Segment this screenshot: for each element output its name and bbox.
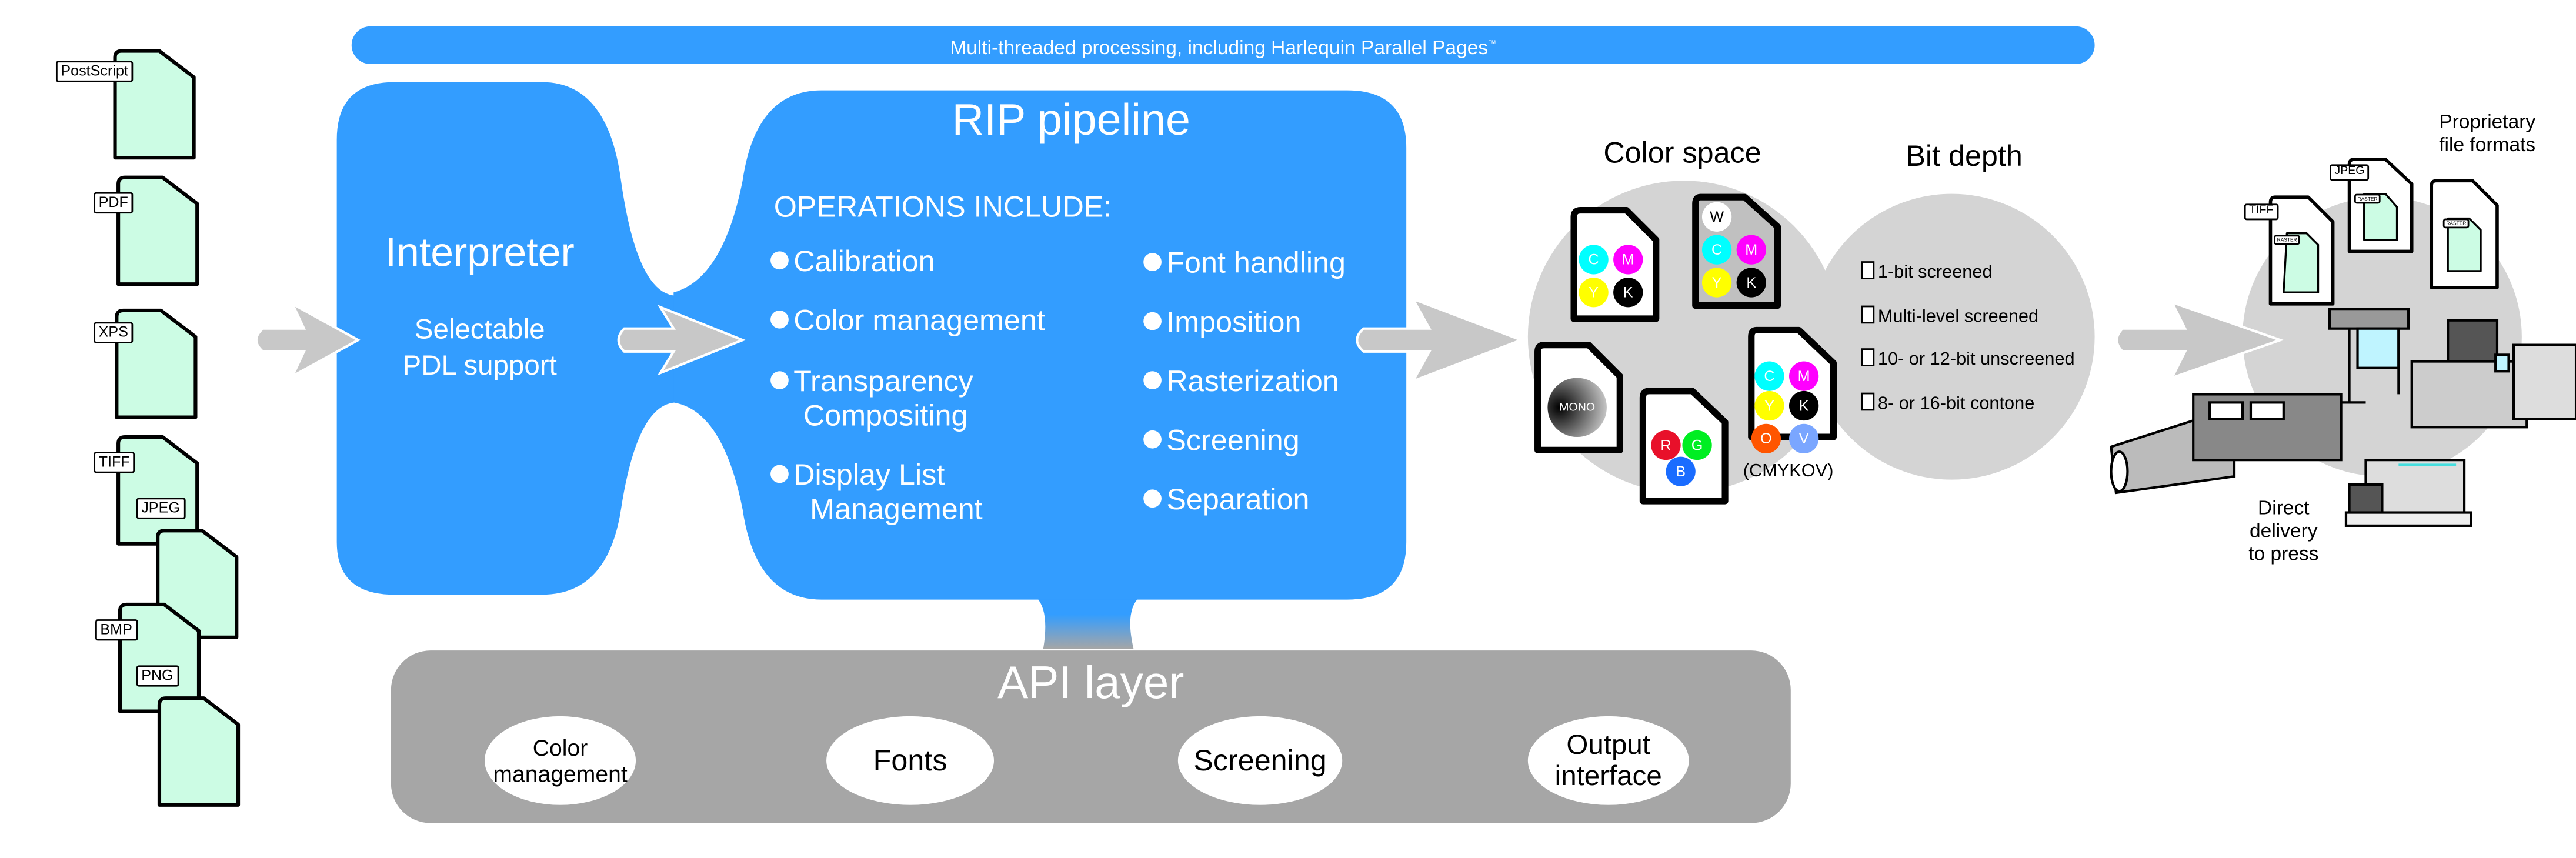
module-line1: Fonts <box>873 743 947 776</box>
module-line2: interface <box>1554 760 1662 792</box>
api-module-fonts: Fonts <box>826 716 995 805</box>
raster-tag: RASTER <box>2442 218 2470 229</box>
api-module-output-interface: Output interface <box>1527 716 1689 805</box>
sheetfed-press-icon <box>2344 459 2472 527</box>
module-line2: management <box>493 760 628 787</box>
wide-format-printer-icon <box>2328 308 2410 404</box>
digital-press-icon <box>2410 319 2576 429</box>
output-tag-tiff: TIFF <box>2244 203 2278 221</box>
harlequin-rip-diagram: Multi-threaded processing, including Har… <box>0 0 2576 857</box>
output-tag-jpeg: JPEG <box>2330 164 2370 181</box>
api-module-screening: Screening <box>1177 716 1343 805</box>
direct-line1: Direct <box>2258 496 2310 519</box>
api-layer-title: API layer <box>997 657 1184 708</box>
raster-tag: RASTER <box>2354 193 2381 204</box>
direct-delivery-label: Direct delivery to press <box>2226 496 2341 565</box>
production-press-line-icon <box>2110 393 2343 495</box>
direct-line2: delivery <box>2250 519 2318 542</box>
module-line1: Color <box>532 734 588 761</box>
module-line1: Output <box>1566 729 1651 761</box>
module-line1: Screening <box>1193 743 1327 776</box>
raster-tag: RASTER <box>2274 235 2301 245</box>
api-module-color-management: Color management <box>485 716 636 805</box>
direct-line3: to press <box>2248 542 2319 565</box>
